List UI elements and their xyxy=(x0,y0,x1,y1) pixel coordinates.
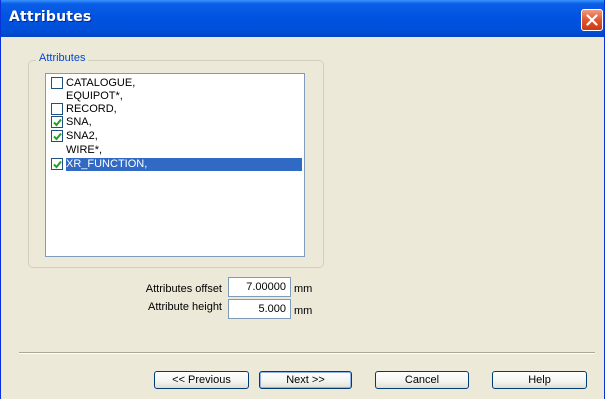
attributes-offset-label: Attributes offset xyxy=(145,283,222,295)
checkbox-sna2[interactable] xyxy=(51,130,63,142)
next-button[interactable]: Next >> xyxy=(259,371,352,389)
list-item-label: WIRE*, xyxy=(66,144,103,156)
close-button[interactable] xyxy=(581,9,603,31)
title-bar[interactable]: Attributes xyxy=(1,0,604,37)
close-icon xyxy=(586,14,598,26)
checkbox-catalogue[interactable] xyxy=(51,77,63,89)
list-item-label: SNA2, xyxy=(66,130,98,142)
list-item-label: SNA, xyxy=(66,116,92,128)
list-item-label: XR_FUNCTION, xyxy=(66,158,148,170)
checkbox-xr-function[interactable] xyxy=(51,158,63,170)
attributes-list[interactable]: CATALOGUE, EQUIPOT*, RECORD, SNA, SNA2, xyxy=(45,73,305,257)
list-item-label: RECORD, xyxy=(66,103,117,115)
check-icon xyxy=(53,132,62,141)
attributes-offset-input[interactable]: 7.00000 xyxy=(228,277,291,297)
list-item-label: EQUIPOT*, xyxy=(66,90,123,102)
attribute-height-label: Attribute height xyxy=(148,301,222,313)
separator xyxy=(19,352,595,354)
check-icon xyxy=(53,160,62,169)
cancel-button[interactable]: Cancel xyxy=(375,371,469,389)
attribute-height-input[interactable]: 5.000 xyxy=(228,299,291,319)
list-item-label: CATALOGUE, xyxy=(66,77,136,89)
check-icon xyxy=(53,118,62,127)
previous-button[interactable]: << Previous xyxy=(154,371,249,389)
attributes-group-label: Attributes xyxy=(36,52,89,64)
help-button[interactable]: Help xyxy=(492,371,587,389)
checkbox-record[interactable] xyxy=(51,103,63,115)
checkbox-sna[interactable] xyxy=(51,116,63,128)
attribute-height-unit: mm xyxy=(294,305,313,317)
window-title: Attributes xyxy=(9,9,92,25)
attributes-dialog: Attributes Attributes CATALOGUE, EQUIPOT… xyxy=(0,0,605,399)
attributes-offset-unit: mm xyxy=(294,283,313,295)
